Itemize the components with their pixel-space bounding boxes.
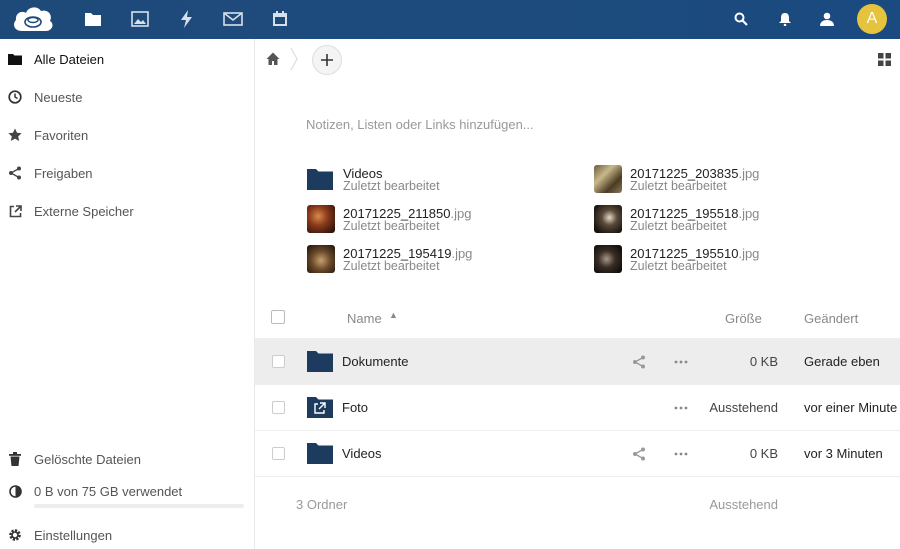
file-modified: vor einer Minute xyxy=(804,400,898,415)
activity-icon[interactable] xyxy=(175,7,199,31)
sidebar-item-shares[interactable]: Freigaben xyxy=(0,154,254,192)
quota-label: 0 B von 75 GB verwendet xyxy=(34,483,183,499)
more-actions-icon[interactable] xyxy=(673,354,689,370)
select-all-checkbox[interactable] xyxy=(271,310,285,324)
folder-icon xyxy=(7,51,23,67)
recent-item-subtitle: Zuletzt bearbeitet xyxy=(343,259,440,273)
recent-item-ext: .jpg xyxy=(738,246,760,261)
recent-item-ext: .jpg xyxy=(450,206,472,221)
search-icon[interactable] xyxy=(730,8,752,30)
notifications-icon[interactable] xyxy=(774,8,796,30)
sidebar-item-label: Neueste xyxy=(34,89,83,105)
sidebar: Alle Dateien Neueste Favoriten Freigaben… xyxy=(0,39,255,549)
breadcrumb-separator xyxy=(289,47,299,71)
home-icon[interactable] xyxy=(265,51,281,67)
quota-progress-bar xyxy=(34,504,244,508)
sort-ascending-icon: ▲ xyxy=(389,310,398,320)
recent-item[interactable]: 20171225_195518.jpg Zuletzt bearbeitet xyxy=(594,205,854,235)
table-row[interactable]: Dokumente 0 KB Gerade eben xyxy=(255,339,900,385)
folder-icon xyxy=(307,165,335,193)
sidebar-item-label: Externe Speicher xyxy=(34,203,134,219)
photo-thumbnail xyxy=(594,165,622,193)
files-icon[interactable] xyxy=(81,7,105,31)
recent-item[interactable]: 20171225_195510.jpg Zuletzt bearbeitet xyxy=(594,245,854,275)
column-name-header[interactable]: Name xyxy=(347,311,382,326)
photo-thumbnail xyxy=(307,245,335,273)
file-size: 0 KB xyxy=(749,446,778,461)
main-content: Notizen, Listen oder Links hinzufügen...… xyxy=(255,39,900,549)
more-actions-icon[interactable] xyxy=(673,446,689,462)
more-actions-icon[interactable] xyxy=(673,400,689,416)
sidebar-item-recent[interactable]: Neueste xyxy=(0,78,254,116)
recent-item-subtitle: Zuletzt bearbeitet xyxy=(630,179,727,193)
share-icon xyxy=(7,165,23,181)
sidebar-item-settings[interactable]: Einstellungen xyxy=(0,516,254,549)
sidebar-item-label: Alle Dateien xyxy=(34,51,105,67)
recent-item-subtitle: Zuletzt bearbeitet xyxy=(343,179,440,193)
external-folder-icon xyxy=(307,396,333,418)
folder-icon xyxy=(307,350,333,372)
sidebar-item-favorites[interactable]: Favoriten xyxy=(0,116,254,154)
file-modified: Gerade eben xyxy=(804,354,880,369)
row-checkbox[interactable] xyxy=(272,401,285,414)
file-name[interactable]: Videos xyxy=(342,446,382,461)
file-size: 0 KB xyxy=(749,354,778,369)
avatar-letter: A xyxy=(866,10,878,27)
mail-icon[interactable] xyxy=(221,7,245,31)
calendar-icon[interactable] xyxy=(268,7,292,31)
table-summary-size: Ausstehend xyxy=(709,497,778,512)
column-size-header[interactable]: Größe xyxy=(725,311,762,326)
star-icon xyxy=(7,127,23,143)
recent-item-ext: .jpg xyxy=(451,246,473,261)
sidebar-item-external-storage[interactable]: Externe Speicher xyxy=(0,192,254,230)
sidebar-item-label: Gelöschte Dateien xyxy=(34,451,141,467)
photo-thumbnail xyxy=(307,205,335,233)
row-checkbox[interactable] xyxy=(272,355,285,368)
plus-icon xyxy=(321,54,333,66)
recent-item-subtitle: Zuletzt bearbeitet xyxy=(630,259,727,273)
column-modified-header[interactable]: Geändert xyxy=(804,311,858,326)
file-modified: vor 3 Minuten xyxy=(804,446,883,461)
grid-view-icon[interactable] xyxy=(878,53,891,66)
clock-icon xyxy=(7,89,23,105)
recent-item-ext: .jpg xyxy=(738,166,760,181)
file-name[interactable]: Foto xyxy=(342,400,368,415)
file-name[interactable]: Dokumente xyxy=(342,354,408,369)
recent-item[interactable]: 20171225_203835.jpg Zuletzt bearbeitet xyxy=(594,165,854,195)
row-checkbox[interactable] xyxy=(272,447,285,460)
cloud-logo[interactable] xyxy=(10,3,56,36)
top-header: A xyxy=(0,0,900,39)
photo-thumbnail xyxy=(594,245,622,273)
table-row[interactable]: Foto Ausstehend vor einer Minute xyxy=(255,385,900,431)
sidebar-item-label: Freigaben xyxy=(34,165,93,181)
recent-item-subtitle: Zuletzt bearbeitet xyxy=(343,219,440,233)
file-size: Ausstehend xyxy=(709,400,778,415)
recent-item[interactable]: 20171225_211850.jpg Zuletzt bearbeitet xyxy=(307,205,567,235)
sidebar-item-all-files[interactable]: Alle Dateien xyxy=(0,40,254,78)
share-icon[interactable] xyxy=(632,447,646,461)
share-icon[interactable] xyxy=(632,355,646,369)
sidebar-item-label: Favoriten xyxy=(34,127,89,143)
file-table-header: Name ▲ Größe Geändert xyxy=(255,297,900,339)
recent-item[interactable]: Videos Zuletzt bearbeitet xyxy=(307,165,567,195)
table-summary: 3 Ordner xyxy=(296,497,348,512)
photo-thumbnail xyxy=(594,205,622,233)
add-new-button[interactable] xyxy=(312,45,342,75)
gallery-icon[interactable] xyxy=(128,7,152,31)
recent-item-ext: .jpg xyxy=(738,206,760,221)
table-row[interactable]: Videos 0 KB vor 3 Minuten xyxy=(255,431,900,477)
contacts-icon[interactable] xyxy=(816,8,838,30)
sidebar-item-label: Einstellungen xyxy=(34,527,113,543)
trash-icon xyxy=(7,451,23,467)
notes-input[interactable]: Notizen, Listen oder Links hinzufügen... xyxy=(306,117,534,132)
gear-icon xyxy=(7,527,23,543)
recent-item[interactable]: 20171225_195419.jpg Zuletzt bearbeitet xyxy=(307,245,567,275)
external-icon xyxy=(7,203,23,219)
folder-icon xyxy=(307,442,333,464)
recent-item-subtitle: Zuletzt bearbeitet xyxy=(630,219,727,233)
quota-pie-icon xyxy=(7,483,23,499)
avatar[interactable]: A xyxy=(857,4,887,34)
